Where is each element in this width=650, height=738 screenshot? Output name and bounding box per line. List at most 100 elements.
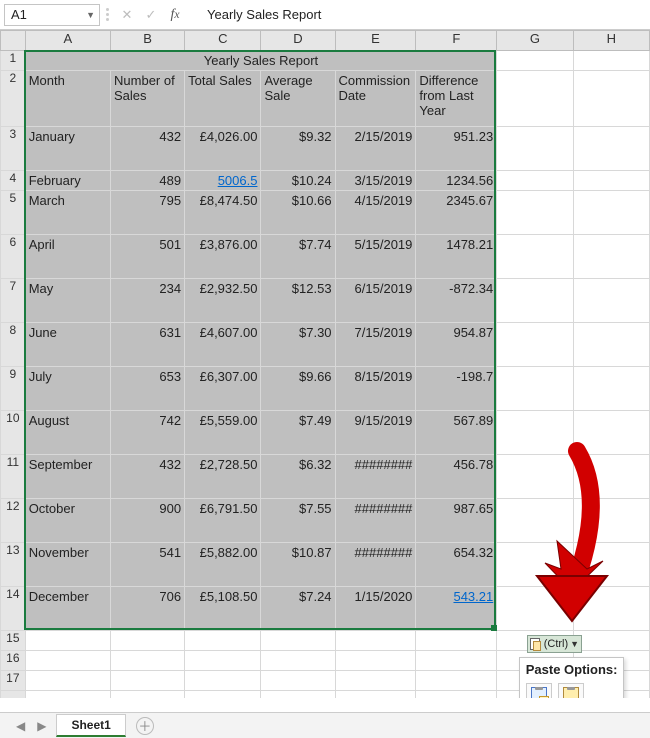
- cell[interactable]: [335, 691, 416, 699]
- paste-option-values[interactable]: [558, 683, 584, 699]
- header-cell[interactable]: Month: [25, 71, 110, 127]
- cell[interactable]: [497, 367, 573, 411]
- avg-cell[interactable]: $6.32: [261, 455, 335, 499]
- row-header[interactable]: 17: [1, 671, 26, 691]
- sales-cell[interactable]: 706: [111, 587, 185, 631]
- avg-cell[interactable]: $7.24: [261, 587, 335, 631]
- total-cell[interactable]: £4,607.00: [185, 323, 261, 367]
- header-cell[interactable]: Number of Sales: [111, 71, 185, 127]
- date-cell[interactable]: ########: [335, 499, 416, 543]
- header-cell[interactable]: Total Sales: [185, 71, 261, 127]
- avg-cell[interactable]: $7.49: [261, 411, 335, 455]
- row-header[interactable]: 11: [1, 455, 26, 499]
- cell[interactable]: [573, 587, 649, 631]
- cell[interactable]: [573, 171, 649, 191]
- cell[interactable]: [25, 631, 110, 651]
- total-cell[interactable]: £3,876.00: [185, 235, 261, 279]
- row-header[interactable]: 7: [1, 279, 26, 323]
- diff-cell[interactable]: 654.32: [416, 543, 497, 587]
- spreadsheet-grid[interactable]: ABCDEFGH1Yearly Sales Report2MonthNumber…: [0, 30, 650, 698]
- column-header[interactable]: A: [25, 31, 110, 51]
- month-cell[interactable]: May: [25, 279, 110, 323]
- cell[interactable]: [261, 671, 335, 691]
- cell[interactable]: [111, 631, 185, 651]
- cell[interactable]: [111, 651, 185, 671]
- cell[interactable]: [497, 499, 573, 543]
- month-cell[interactable]: February: [25, 171, 110, 191]
- column-header[interactable]: C: [185, 31, 261, 51]
- column-header[interactable]: F: [416, 31, 497, 51]
- chevron-down-icon[interactable]: ▼: [86, 10, 95, 20]
- cell[interactable]: [185, 631, 261, 651]
- total-cell[interactable]: £5,882.00: [185, 543, 261, 587]
- tab-nav-prev-icon[interactable]: ◀: [10, 719, 31, 733]
- diff-cell[interactable]: 954.87: [416, 323, 497, 367]
- avg-cell[interactable]: $7.74: [261, 235, 335, 279]
- cell[interactable]: [335, 651, 416, 671]
- sales-cell[interactable]: 432: [111, 127, 185, 171]
- month-cell[interactable]: April: [25, 235, 110, 279]
- diff-cell[interactable]: -198.7: [416, 367, 497, 411]
- sales-cell[interactable]: 742: [111, 411, 185, 455]
- row-header[interactable]: 6: [1, 235, 26, 279]
- cell[interactable]: [497, 455, 573, 499]
- diff-cell[interactable]: 543.21: [416, 587, 497, 631]
- diff-cell[interactable]: 1478.21: [416, 235, 497, 279]
- avg-cell[interactable]: $9.66: [261, 367, 335, 411]
- add-sheet-button[interactable]: ＋: [136, 717, 154, 735]
- total-cell[interactable]: £6,791.50: [185, 499, 261, 543]
- cell[interactable]: [573, 51, 649, 71]
- header-cell[interactable]: Difference from Last Year: [416, 71, 497, 127]
- cell[interactable]: [416, 631, 497, 651]
- month-cell[interactable]: January: [25, 127, 110, 171]
- cell[interactable]: [416, 691, 497, 699]
- cell[interactable]: [111, 691, 185, 699]
- diff-cell[interactable]: -872.34: [416, 279, 497, 323]
- column-header[interactable]: B: [111, 31, 185, 51]
- month-cell[interactable]: October: [25, 499, 110, 543]
- cell[interactable]: [261, 691, 335, 699]
- row-header[interactable]: 13: [1, 543, 26, 587]
- total-cell[interactable]: £4,026.00: [185, 127, 261, 171]
- date-cell[interactable]: 7/15/2019: [335, 323, 416, 367]
- avg-cell[interactable]: $10.87: [261, 543, 335, 587]
- header-cell[interactable]: Commission Date: [335, 71, 416, 127]
- title-cell[interactable]: Yearly Sales Report: [25, 51, 497, 71]
- cell[interactable]: [335, 631, 416, 651]
- cell[interactable]: [261, 651, 335, 671]
- cell[interactable]: [185, 651, 261, 671]
- total-cell[interactable]: 5006.5: [185, 171, 261, 191]
- row-header[interactable]: 16: [1, 651, 26, 671]
- cell[interactable]: [573, 127, 649, 171]
- cell[interactable]: [573, 631, 649, 651]
- total-cell[interactable]: £5,559.00: [185, 411, 261, 455]
- column-header[interactable]: D: [261, 31, 335, 51]
- cell[interactable]: [497, 587, 573, 631]
- cell[interactable]: [573, 191, 649, 235]
- cell[interactable]: [573, 323, 649, 367]
- avg-cell[interactable]: $7.30: [261, 323, 335, 367]
- diff-cell[interactable]: 951.23: [416, 127, 497, 171]
- cell[interactable]: [497, 127, 573, 171]
- cell[interactable]: [111, 671, 185, 691]
- cell[interactable]: [335, 671, 416, 691]
- sales-cell[interactable]: 795: [111, 191, 185, 235]
- row-header[interactable]: 2: [1, 71, 26, 127]
- cancel-icon[interactable]: ✕: [117, 5, 137, 25]
- select-all-corner[interactable]: [1, 31, 26, 51]
- row-header[interactable]: [1, 691, 26, 699]
- cell[interactable]: [497, 543, 573, 587]
- avg-cell[interactable]: $7.55: [261, 499, 335, 543]
- date-cell[interactable]: 2/15/2019: [335, 127, 416, 171]
- sales-cell[interactable]: 653: [111, 367, 185, 411]
- total-cell[interactable]: £5,108.50: [185, 587, 261, 631]
- cell[interactable]: [497, 191, 573, 235]
- diff-cell[interactable]: 2345.67: [416, 191, 497, 235]
- column-header[interactable]: E: [335, 31, 416, 51]
- month-cell[interactable]: June: [25, 323, 110, 367]
- row-header[interactable]: 15: [1, 631, 26, 651]
- date-cell[interactable]: 8/15/2019: [335, 367, 416, 411]
- cell[interactable]: [497, 279, 573, 323]
- row-header[interactable]: 9: [1, 367, 26, 411]
- sales-cell[interactable]: 489: [111, 171, 185, 191]
